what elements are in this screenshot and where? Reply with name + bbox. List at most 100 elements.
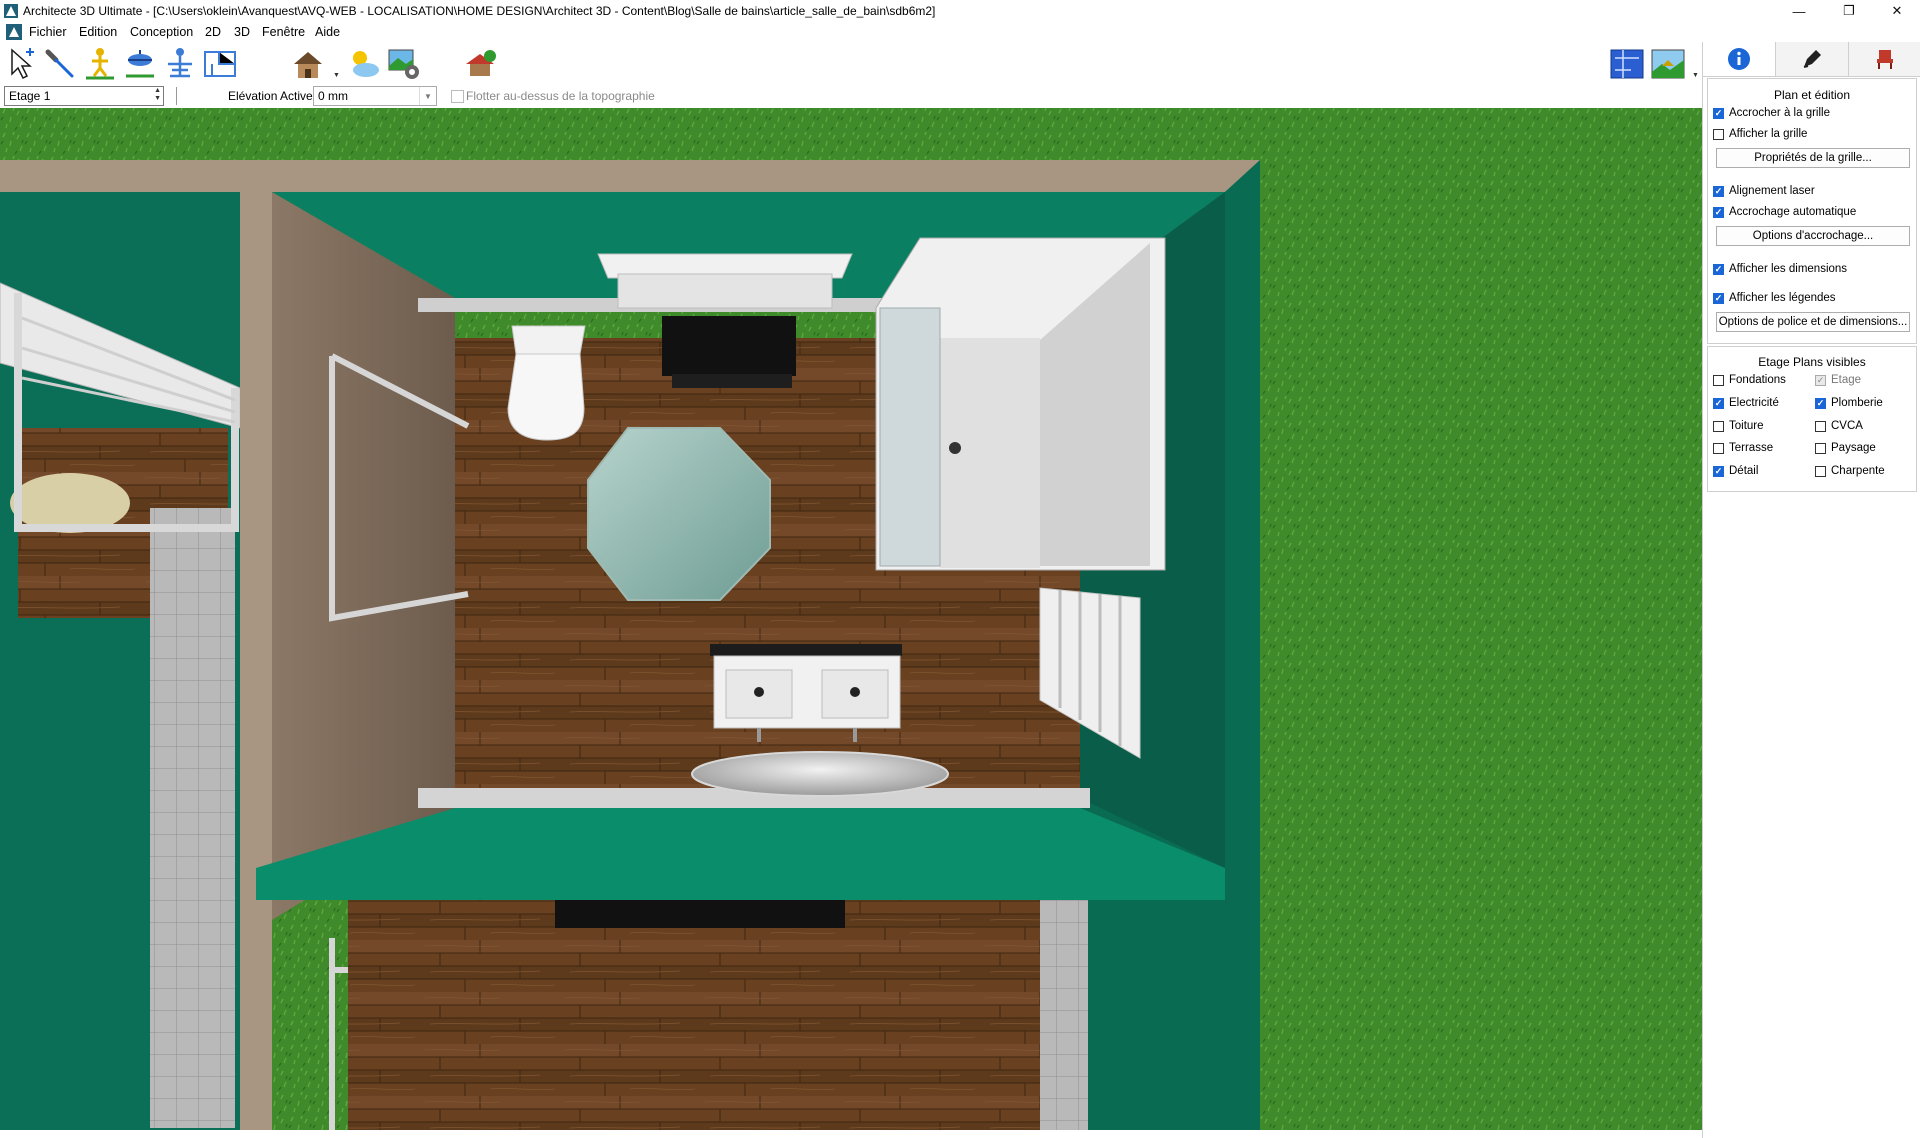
- layer-cvca-checkbox[interactable]: CVCA: [1815, 420, 1863, 432]
- tab-furniture[interactable]: [1848, 42, 1920, 76]
- properties-panel: Plan et édition Accrocher à la grille Af…: [1702, 42, 1920, 1138]
- toolbar: ▼ ▼: [0, 42, 1700, 84]
- layer-charpente-checkbox[interactable]: Charpente: [1815, 465, 1885, 477]
- snap-to-grid-checkbox[interactable]: Accrocher à la grille: [1713, 107, 1830, 119]
- auto-snap-checkbox[interactable]: Accrochage automatique: [1713, 206, 1856, 218]
- layer-detail-box[interactable]: [1713, 465, 1724, 477]
- plan-edit-section: Plan et édition Accrocher à la grille Af…: [1707, 78, 1917, 290]
- toilet-tank: [511, 325, 586, 355]
- snap-to-grid-label: Accrocher à la grille: [1729, 107, 1830, 119]
- floorplan-tool-icon[interactable]: [202, 46, 238, 82]
- 3d-view-icon[interactable]: [1650, 46, 1686, 82]
- float-topography-label: Flotter au-dessus de la topographie: [466, 89, 655, 103]
- show-legends-checkbox[interactable]: Afficher les légendes: [1713, 292, 1836, 304]
- grid-properties-button[interactable]: Propriétés de la grille...: [1716, 148, 1910, 168]
- layer-detail-label: Détail: [1729, 465, 1759, 477]
- layer-etage-label: Etage: [1831, 374, 1862, 386]
- window-title: Architecte 3D Ultimate - [C:\Users\oklei…: [23, 4, 936, 18]
- layer-paysage-checkbox[interactable]: Paysage: [1815, 442, 1876, 454]
- tab-edit[interactable]: [1775, 42, 1848, 76]
- show-dimensions-checkbox[interactable]: Afficher les dimensions: [1713, 263, 1847, 275]
- menu-conception[interactable]: Conception: [130, 25, 193, 39]
- snap-to-grid-box[interactable]: [1713, 107, 1724, 119]
- select-tool-icon[interactable]: [4, 46, 40, 82]
- elevation-value: 0 mm: [318, 89, 348, 103]
- font-dimension-options-button[interactable]: Options de police et de dimensions...: [1716, 312, 1910, 332]
- layer-fondations-checkbox[interactable]: Fondations: [1713, 374, 1786, 386]
- tab-info[interactable]: [1703, 42, 1775, 76]
- layer-plomberie-box[interactable]: [1815, 397, 1826, 409]
- layer-toiture-checkbox[interactable]: Toiture: [1713, 420, 1764, 432]
- layer-terrasse-box[interactable]: [1713, 442, 1724, 454]
- show-grid-checkbox[interactable]: Afficher la grille: [1713, 128, 1807, 140]
- layer-paysage-box[interactable]: [1815, 442, 1826, 454]
- house-dropdown-icon[interactable]: ▼: [333, 72, 340, 79]
- title-bar: Architecte 3D Ultimate - [C:\Users\oklei…: [0, 0, 1920, 22]
- house-tool-icon[interactable]: [290, 46, 326, 82]
- separator: [176, 87, 177, 105]
- close-button[interactable]: ✕: [1874, 0, 1920, 22]
- floor-selector-value: Etage 1: [9, 89, 51, 103]
- menu-fichier[interactable]: Fichier: [29, 25, 67, 39]
- chair-icon: [1877, 50, 1893, 69]
- exterior-view-icon[interactable]: [462, 46, 498, 82]
- lower-tile-wall: [1040, 900, 1088, 1130]
- bathroom-3d-scene[interactable]: [0, 108, 1702, 1130]
- landscape-settings-icon[interactable]: [386, 46, 422, 82]
- show-dimensions-box[interactable]: [1713, 263, 1724, 275]
- panel-tabs: [1703, 42, 1920, 77]
- sink-drain-left: [754, 687, 764, 697]
- 3d-viewport[interactable]: [0, 108, 1702, 1130]
- view-dropdown-icon[interactable]: ▼: [1692, 72, 1699, 79]
- show-legends-box[interactable]: [1713, 292, 1724, 304]
- layer-electricite-checkbox[interactable]: Electricité: [1713, 397, 1779, 409]
- top-window-glass: [617, 273, 833, 309]
- round-mirror: [691, 751, 949, 797]
- 2d-view-icon[interactable]: [1609, 46, 1645, 82]
- front-wall-cap: [256, 868, 1225, 900]
- layer-charpente-box[interactable]: [1815, 465, 1826, 477]
- menu-aide[interactable]: Aide: [315, 25, 340, 39]
- layer-fondations-label: Fondations: [1729, 374, 1786, 386]
- layer-electricite-box[interactable]: [1713, 397, 1724, 409]
- weather-tool-icon[interactable]: [346, 46, 382, 82]
- dark-cabinet: [662, 316, 796, 376]
- layer-cvca-label: CVCA: [1831, 420, 1863, 432]
- layer-detail-checkbox[interactable]: Détail: [1713, 465, 1758, 477]
- layer-fondations-box[interactable]: [1713, 374, 1724, 386]
- menu-3d[interactable]: 3D: [234, 25, 250, 39]
- floor-selector[interactable]: Etage 1 ▲ ▼: [4, 86, 164, 106]
- layer-plomberie-checkbox[interactable]: Plomberie: [1815, 397, 1883, 409]
- shower-drain: [949, 442, 961, 454]
- laser-alignment-checkbox[interactable]: Alignement laser: [1713, 185, 1815, 197]
- layer-paysage-label: Paysage: [1831, 442, 1876, 454]
- options-bar: Etage 1 ▲ ▼ Elévation Active: 0 mm ▼ Flot…: [0, 84, 1700, 109]
- plan-edit-title: Plan et édition: [1773, 88, 1851, 102]
- walk-tool-icon[interactable]: [82, 46, 118, 82]
- layer-terrasse-checkbox[interactable]: Terrasse: [1713, 442, 1773, 454]
- snap-options-button[interactable]: Options d'accrochage...: [1716, 226, 1910, 246]
- float-topography-checkbox[interactable]: [451, 90, 464, 103]
- menu-2d[interactable]: 2D: [205, 25, 221, 39]
- auto-snap-box[interactable]: [1713, 206, 1724, 218]
- restore-button[interactable]: ❐: [1826, 0, 1872, 22]
- eyedropper-tool-icon[interactable]: [42, 46, 78, 82]
- laser-alignment-box[interactable]: [1713, 185, 1724, 197]
- top-wall-cap: [0, 160, 1260, 192]
- elevation-combo[interactable]: 0 mm ▼: [313, 86, 437, 106]
- show-grid-label: Afficher la grille: [1729, 128, 1808, 140]
- minimize-button[interactable]: —: [1776, 0, 1822, 22]
- layer-electricite-label: Electricité: [1729, 397, 1779, 409]
- structure-tool-icon[interactable]: [162, 46, 198, 82]
- floor-spin-arrows-icon[interactable]: ▲ ▼: [154, 87, 161, 103]
- legend-section: Afficher les légendes Options de police …: [1707, 288, 1917, 344]
- show-grid-box[interactable]: [1713, 128, 1724, 140]
- partition-wall-top: [240, 176, 272, 1130]
- fly-tool-icon[interactable]: [122, 46, 158, 82]
- lower-floor: [348, 900, 1080, 1130]
- menu-fenetre[interactable]: Fenêtre: [262, 25, 305, 39]
- menu-edition[interactable]: Edition: [79, 25, 117, 39]
- layer-cvca-box[interactable]: [1815, 420, 1826, 432]
- chevron-down-icon[interactable]: ▼: [419, 87, 436, 105]
- layer-toiture-box[interactable]: [1713, 420, 1724, 432]
